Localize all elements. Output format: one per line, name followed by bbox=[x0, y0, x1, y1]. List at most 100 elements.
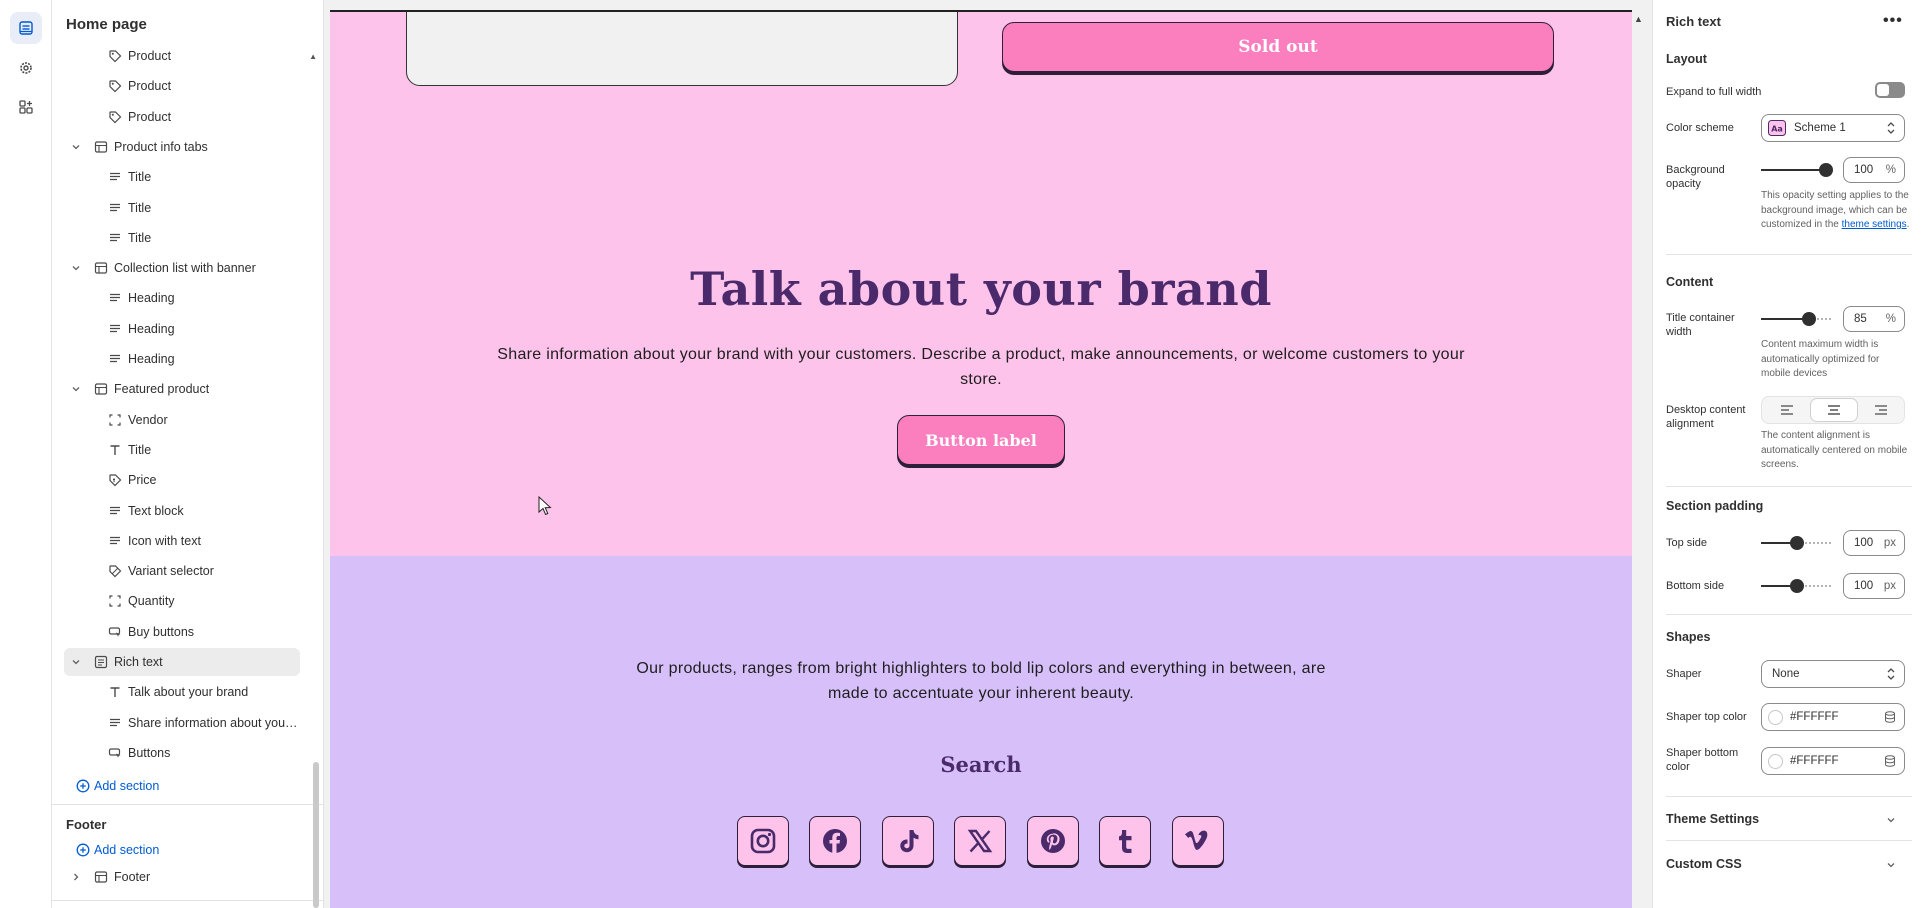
sidebar-item-product[interactable]: Product bbox=[64, 42, 300, 70]
shaper-top-color-input[interactable]: #FFFFFF bbox=[1761, 703, 1905, 731]
chevron-down-icon[interactable] bbox=[1885, 814, 1897, 826]
bg-opacity-input[interactable]: 100% bbox=[1843, 157, 1905, 183]
title-t-icon bbox=[110, 687, 120, 698]
sidebar-item-quantity[interactable]: Quantity bbox=[64, 587, 300, 615]
shaper-select[interactable]: None bbox=[1761, 660, 1905, 688]
gear-icon[interactable] bbox=[10, 52, 42, 84]
scroll-up-arrow-icon[interactable]: ▲ bbox=[309, 52, 317, 61]
sidebar-item-share-information-about-your-br[interactable]: Share information about your br... bbox=[64, 709, 300, 737]
sidebar-item-icon-with-text[interactable]: Icon with text bbox=[64, 527, 300, 555]
sidebar-item-label: Talk about your brand bbox=[128, 685, 249, 700]
sidebar-item-label: Product bbox=[128, 79, 172, 94]
sidebar-item-footer[interactable]: Footer bbox=[64, 863, 300, 891]
apps-icon[interactable] bbox=[10, 91, 42, 123]
facebook-icon[interactable] bbox=[809, 816, 861, 866]
expand-label: Expand to full width bbox=[1666, 86, 1762, 98]
sidebar-item-variant-selector[interactable]: Variant selector bbox=[64, 557, 300, 585]
add-section-button[interactable]: Add section bbox=[64, 772, 300, 800]
title-width-slider[interactable] bbox=[1761, 311, 1833, 327]
sidebar-item-product[interactable]: Product bbox=[64, 72, 300, 100]
sidebar-item-product[interactable]: Product bbox=[64, 103, 300, 131]
divider bbox=[1666, 614, 1912, 615]
sold-out-button[interactable]: Sold out bbox=[1002, 22, 1554, 72]
sidebar-scrollbar[interactable] bbox=[313, 762, 319, 908]
slider-thumb[interactable] bbox=[1790, 536, 1804, 550]
chevron-down-icon[interactable] bbox=[1885, 859, 1897, 871]
x-icon[interactable] bbox=[954, 816, 1006, 866]
sidebar-item-price[interactable]: Price bbox=[64, 466, 300, 494]
sidebar-item-rich-text[interactable]: Rich text bbox=[64, 648, 300, 676]
chevron-down-icon[interactable] bbox=[70, 383, 82, 395]
input-value: 100 bbox=[1854, 164, 1874, 176]
sidebar-item-title[interactable]: Title bbox=[64, 163, 300, 191]
sidebar-item-label: Share information about your br... bbox=[128, 715, 300, 730]
theme-preview: Sold out Talk about your brand Share inf… bbox=[330, 10, 1632, 908]
color-swatch[interactable] bbox=[1768, 754, 1783, 769]
expand-toggle[interactable] bbox=[1875, 82, 1905, 98]
title-width-input[interactable]: 85% bbox=[1843, 306, 1905, 332]
sidebar-item-title[interactable]: Title bbox=[64, 194, 300, 222]
tumblr-icon[interactable] bbox=[1099, 816, 1151, 866]
chevron-down-icon[interactable] bbox=[70, 262, 82, 274]
sections-icon[interactable] bbox=[10, 12, 42, 44]
input-value: 100 bbox=[1854, 580, 1874, 592]
sidebar-item-vendor[interactable]: Vendor bbox=[64, 406, 300, 434]
database-icon[interactable] bbox=[1884, 755, 1896, 767]
footer-group-title: Footer bbox=[66, 817, 107, 832]
color-scheme-select[interactable]: Aa Scheme 1 bbox=[1761, 114, 1905, 142]
sidebar-item-heading[interactable]: Heading bbox=[64, 345, 300, 373]
chevron-down-icon[interactable] bbox=[70, 656, 82, 668]
preview-scroll-up-icon[interactable]: ▲ bbox=[1634, 14, 1643, 24]
sidebar-item-text-block[interactable]: Text block bbox=[64, 497, 300, 525]
bottom-side-slider[interactable] bbox=[1761, 578, 1833, 594]
chevron-right-icon[interactable] bbox=[70, 871, 82, 883]
tiktok-icon[interactable] bbox=[882, 816, 934, 866]
sidebar-item-title[interactable]: Title bbox=[64, 224, 300, 252]
more-actions-icon[interactable]: ••• bbox=[1883, 12, 1903, 30]
shaper-bottom-color-input[interactable]: #FFFFFF bbox=[1761, 747, 1905, 775]
rich-text-button[interactable]: Button label bbox=[897, 415, 1065, 465]
color-swatch[interactable] bbox=[1768, 710, 1783, 725]
rich-text-paragraph: Share information about your brand with … bbox=[497, 346, 1465, 388]
price-tag-icon bbox=[109, 474, 122, 487]
theme-settings-accordion[interactable]: Theme Settings bbox=[1666, 812, 1759, 826]
sidebar-item-talk-about-your-brand[interactable]: Talk about your brand bbox=[64, 678, 300, 706]
sidebar-item-buttons[interactable]: Buttons bbox=[64, 739, 300, 767]
top-side-input[interactable]: 100 px bbox=[1843, 530, 1905, 556]
pinterest-icon[interactable] bbox=[1027, 816, 1079, 866]
sidebar-item-heading[interactable]: Heading bbox=[64, 284, 300, 312]
vimeo-icon[interactable] bbox=[1172, 816, 1224, 866]
sidebar-item-collection-list-with-banner[interactable]: Collection list with banner bbox=[64, 254, 300, 282]
sidebar-item-heading[interactable]: Heading bbox=[64, 315, 300, 343]
divider bbox=[52, 900, 323, 901]
text-lines-icon bbox=[110, 354, 120, 363]
bottom-side-input[interactable]: 100 px bbox=[1843, 573, 1905, 599]
sidebar-item-buy-buttons[interactable]: Buy buttons bbox=[64, 618, 300, 646]
svg-text:Aa: Aa bbox=[1771, 125, 1783, 134]
slider-thumb[interactable] bbox=[1802, 312, 1816, 326]
sidebar-item-featured-product[interactable]: Featured product bbox=[64, 375, 300, 403]
align-left-button[interactable] bbox=[1764, 399, 1810, 421]
instagram-icon[interactable] bbox=[737, 816, 789, 866]
theme-settings-link[interactable]: theme settings bbox=[1842, 219, 1907, 230]
sidebar-item-label: Title bbox=[128, 170, 152, 185]
footer-add-section-button[interactable]: Add section bbox=[64, 836, 300, 864]
section-sidebar: Home page ▲ Product Product Product Product… bbox=[52, 0, 324, 908]
sidebar-item-label: Footer bbox=[114, 870, 151, 884]
sidebar-item-label: Buy buttons bbox=[128, 624, 195, 639]
align-right-button[interactable] bbox=[1858, 399, 1904, 421]
sidebar-item-title[interactable]: Title bbox=[64, 436, 300, 464]
align-center-button[interactable] bbox=[1811, 399, 1857, 421]
sidebar-item-product-info-tabs[interactable]: Product info tabs bbox=[64, 133, 300, 161]
tag-icon bbox=[109, 110, 122, 123]
top-side-slider[interactable] bbox=[1761, 535, 1833, 551]
padding-heading: Section padding bbox=[1666, 499, 1764, 513]
chevron-down-icon[interactable] bbox=[70, 141, 82, 153]
slider-thumb[interactable] bbox=[1790, 579, 1804, 593]
text-lines-icon bbox=[110, 506, 120, 514]
database-icon[interactable] bbox=[1884, 711, 1896, 723]
bg-opacity-slider[interactable] bbox=[1761, 162, 1833, 178]
slider-thumb[interactable] bbox=[1819, 163, 1833, 177]
sidebar-item-label: Variant selector bbox=[128, 564, 214, 579]
custom-css-accordion[interactable]: Custom CSS bbox=[1666, 857, 1742, 871]
